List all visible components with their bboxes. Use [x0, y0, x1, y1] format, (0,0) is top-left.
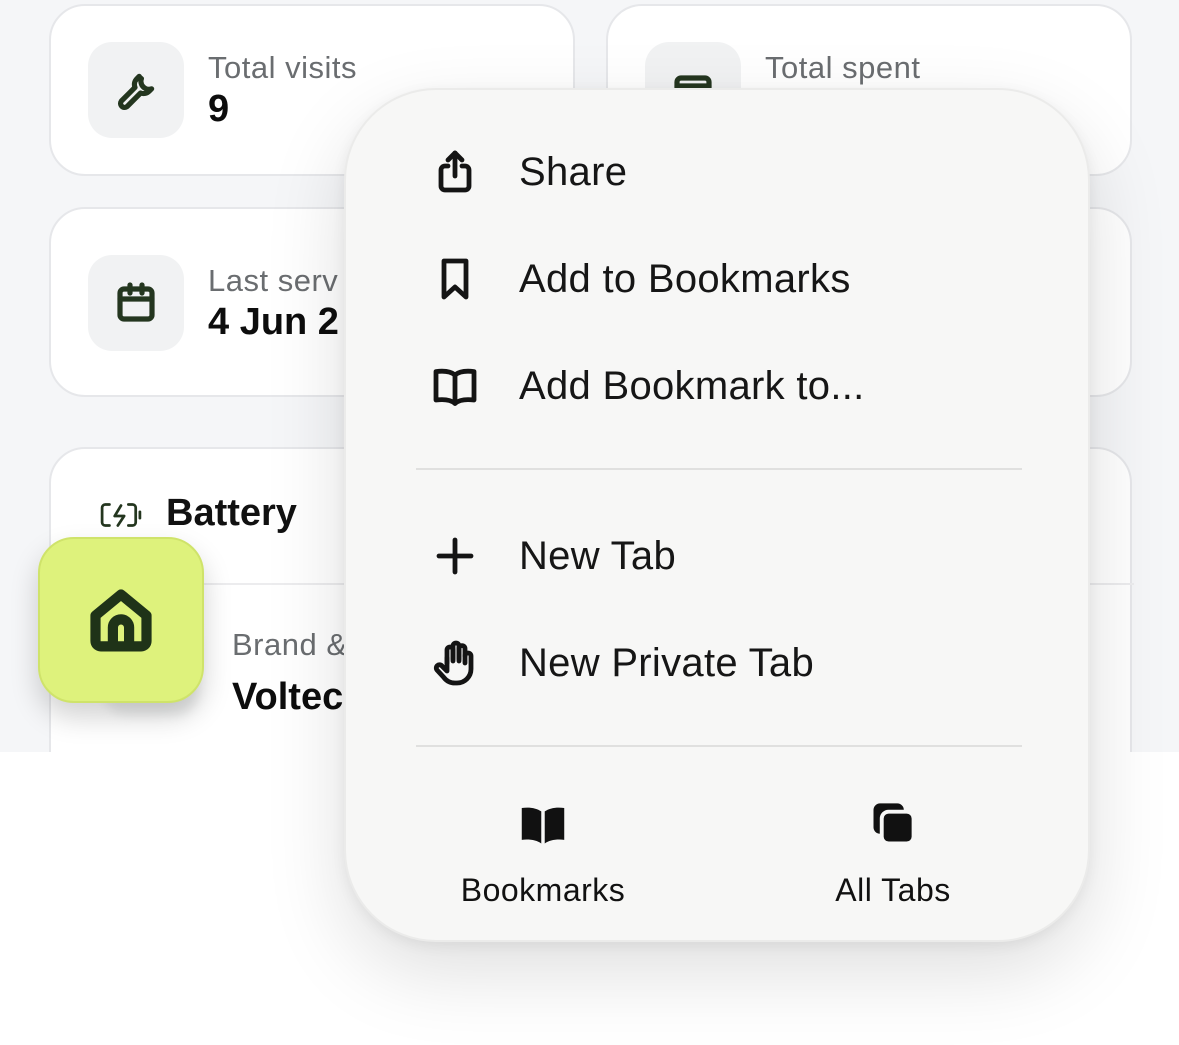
- all-tabs-button[interactable]: All Tabs: [763, 798, 1023, 928]
- menu-item-new-tab[interactable]: New Tab: [416, 516, 1036, 596]
- book-filled-icon: [521, 807, 565, 844]
- browser-context-menu: Share Add to Bookmarks Add Bookmark to..…: [344, 88, 1090, 942]
- plus-icon: [416, 526, 494, 586]
- battery-title: Battery: [166, 492, 297, 534]
- menu-item-add-to-bookmarks-label: Add to Bookmarks: [519, 256, 851, 301]
- wrench-icon-box: [88, 42, 184, 138]
- home-button[interactable]: [38, 537, 204, 703]
- menu-item-share[interactable]: Share: [416, 132, 1036, 212]
- bookmarks-button[interactable]: Bookmarks: [413, 798, 673, 928]
- menu-item-add-bookmark-to[interactable]: Add Bookmark to...: [416, 346, 1036, 426]
- battery-charging-icon: [100, 503, 142, 527]
- bookmarks-button-label: Bookmarks: [460, 872, 626, 908]
- menu-item-add-bookmark-to-label: Add Bookmark to...: [519, 363, 865, 408]
- brand-value: Voltec: [232, 676, 344, 718]
- wrench-icon: [118, 73, 155, 110]
- total-visits-value: 9: [208, 88, 230, 130]
- menu-divider-2: [416, 745, 1022, 747]
- total-visits-label: Total visits: [208, 50, 357, 85]
- brand-label: Brand &: [232, 627, 348, 662]
- menu-item-new-private-tab[interactable]: New Private Tab: [416, 623, 1036, 703]
- all-tabs-button-label: All Tabs: [835, 872, 951, 908]
- menu-item-add-to-bookmarks[interactable]: Add to Bookmarks: [416, 239, 1036, 319]
- last-service-label: Last serv: [208, 263, 339, 298]
- share-icon: [416, 142, 494, 202]
- book-open-icon: [416, 356, 494, 416]
- menu-item-share-label: Share: [519, 149, 628, 194]
- total-spent-label: Total spent: [765, 50, 921, 85]
- menu-item-new-private-tab-label: New Private Tab: [519, 640, 815, 685]
- last-service-value: 4 Jun 2: [208, 301, 339, 343]
- menu-item-new-tab-label: New Tab: [519, 533, 677, 578]
- home-icon: [90, 589, 152, 652]
- calendar-icon: [117, 282, 155, 322]
- menu-divider-1: [416, 468, 1022, 470]
- bookmark-icon: [416, 249, 494, 309]
- tabs-icon: [873, 803, 916, 846]
- calendar-icon-box: [88, 255, 184, 351]
- hand-icon: [416, 633, 494, 693]
